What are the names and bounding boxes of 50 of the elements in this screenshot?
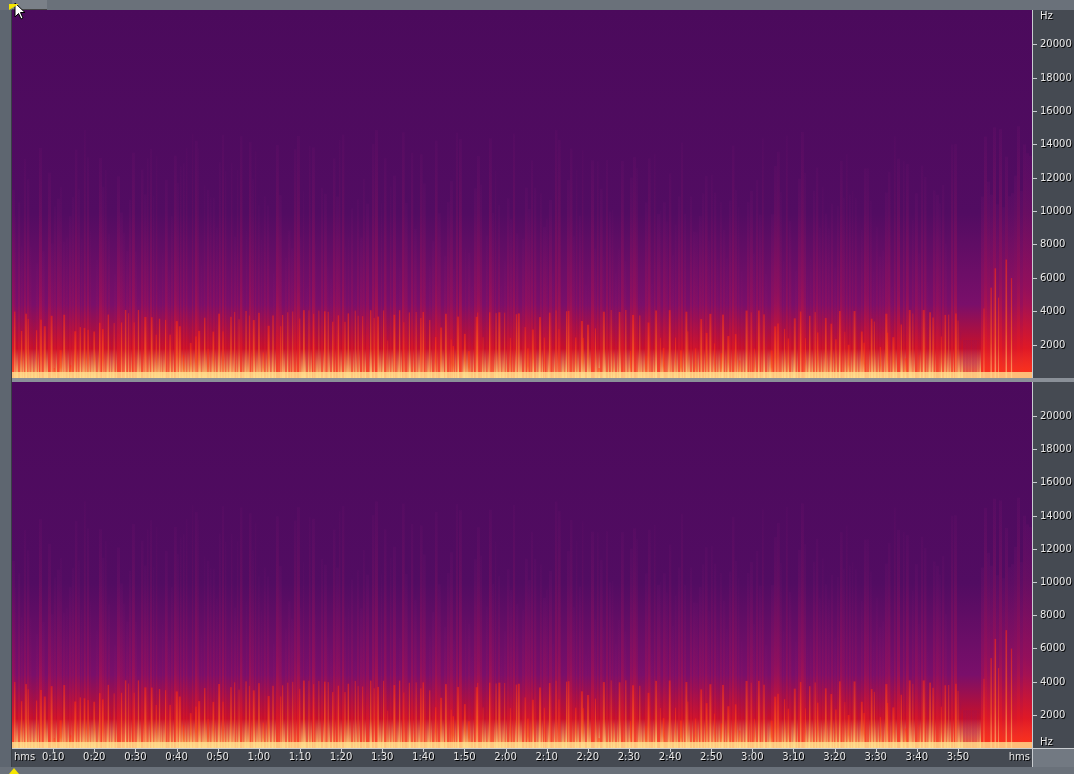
time-label: 2:00 bbox=[494, 752, 517, 762]
frequency-label: 20000 bbox=[1040, 411, 1072, 421]
time-label: 2:50 bbox=[699, 752, 723, 762]
time-label: 1:50 bbox=[453, 752, 476, 762]
frequency-unit: Hz bbox=[1040, 737, 1053, 747]
frequency-label: 12000 bbox=[1040, 543, 1072, 554]
time-label: 3:40 bbox=[905, 752, 929, 762]
frequency-label: 6000 bbox=[1040, 272, 1066, 283]
frequency-label: 14000 bbox=[1040, 510, 1072, 521]
frequency-label: 4000 bbox=[1040, 676, 1066, 687]
time-label: 2:30 bbox=[617, 752, 641, 762]
frequency-label: 2000 bbox=[1040, 339, 1066, 350]
frequency-label: 4000 bbox=[1040, 306, 1066, 317]
frequency-label: 2000 bbox=[1040, 709, 1066, 720]
time-label: 3:30 bbox=[864, 752, 887, 762]
time-label: 2:40 bbox=[658, 752, 682, 762]
frequency-label: 16000 bbox=[1040, 105, 1072, 116]
time-unit: hms bbox=[14, 752, 36, 762]
frequency-label: 18000 bbox=[1040, 72, 1072, 83]
time-label: 0:30 bbox=[124, 752, 147, 762]
frequency-label: 10000 bbox=[1040, 577, 1072, 587]
time-label: 3:10 bbox=[782, 752, 805, 762]
playhead-marker-icon[interactable] bbox=[9, 768, 19, 774]
frequency-label: 20000 bbox=[1040, 39, 1072, 50]
time-label: 1:40 bbox=[412, 752, 435, 762]
time-label: 1:30 bbox=[370, 752, 394, 762]
frequency-label: 12000 bbox=[1040, 172, 1072, 183]
time-label: 0:10 bbox=[41, 752, 65, 762]
frequency-label: 8000 bbox=[1040, 610, 1066, 621]
time-unit: hms bbox=[1008, 752, 1030, 762]
time-label: 0:50 bbox=[206, 752, 229, 762]
frequency-label: 14000 bbox=[1040, 139, 1072, 150]
time-label: 3:50 bbox=[946, 752, 970, 762]
time-label: 1:00 bbox=[247, 752, 270, 762]
frequency-label: 18000 bbox=[1040, 444, 1072, 455]
time-label: 1:10 bbox=[288, 752, 312, 762]
mouse-pointer-icon bbox=[14, 2, 26, 20]
frequency-label: 6000 bbox=[1040, 643, 1066, 654]
time-label: 3:20 bbox=[823, 752, 846, 762]
time-label: 0:20 bbox=[83, 752, 106, 762]
frequency-unit: Hz bbox=[1040, 11, 1053, 21]
time-label: 1:20 bbox=[329, 752, 353, 762]
playhead-marker-icon[interactable] bbox=[9, 4, 19, 10]
frequency-label: 8000 bbox=[1040, 239, 1066, 250]
time-label: 0:40 bbox=[165, 752, 188, 762]
frequency-label: 10000 bbox=[1040, 206, 1072, 217]
time-label: 2:10 bbox=[535, 752, 558, 762]
time-label: 3:00 bbox=[741, 752, 764, 762]
frequency-label: 16000 bbox=[1040, 477, 1072, 488]
time-label: 2:20 bbox=[576, 752, 600, 762]
